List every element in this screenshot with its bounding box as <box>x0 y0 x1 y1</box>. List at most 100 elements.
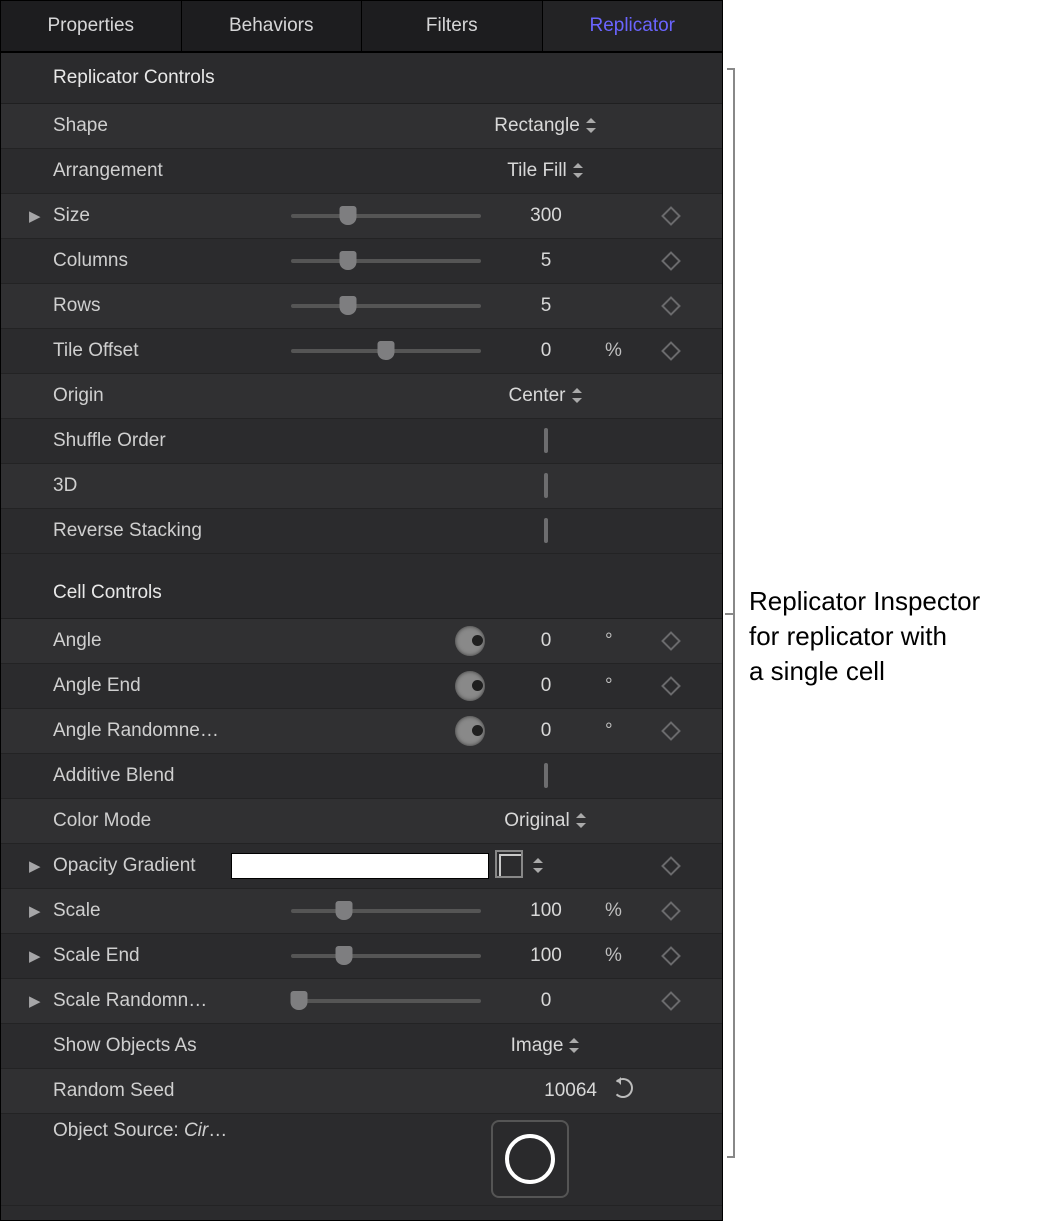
row-3d: 3D <box>1 464 722 509</box>
annotation-line: a single cell <box>749 654 980 689</box>
keyframe-icon[interactable] <box>661 631 681 651</box>
label-3d: 3D <box>53 475 231 497</box>
popup-color-mode[interactable]: Original <box>491 810 601 832</box>
dial-angle[interactable] <box>455 626 485 656</box>
row-scale-end: ▶ Scale End 100 % <box>1 934 722 979</box>
label-show-as: Show Objects As <box>53 1035 231 1057</box>
dial-angle-rand[interactable] <box>455 716 485 746</box>
label-angle: Angle <box>53 630 231 652</box>
label-shape: Shape <box>53 115 231 137</box>
row-shuffle-order: Shuffle Order <box>1 419 722 464</box>
label-origin: Origin <box>53 385 231 407</box>
unit-degree: ° <box>601 720 641 742</box>
keyframe-icon[interactable] <box>661 946 681 966</box>
row-tile-offset: Tile Offset 0 % <box>1 329 722 374</box>
label-angle-rand: Angle Randomne… <box>53 720 231 742</box>
keyframe-icon[interactable] <box>661 901 681 921</box>
label-size: Size <box>53 205 231 227</box>
value-angle[interactable]: 0 <box>491 630 601 652</box>
value-scale[interactable]: 100 <box>491 900 601 922</box>
annotation-line: Replicator Inspector <box>749 584 980 619</box>
row-angle-randomness: Angle Randomne… 0 ° <box>1 709 722 754</box>
label-scale-end: Scale End <box>53 945 231 967</box>
value-random-seed[interactable]: 10064 <box>491 1080 601 1102</box>
keyframe-icon[interactable] <box>661 341 681 361</box>
gradient-well[interactable] <box>231 853 489 879</box>
label-tile-offset: Tile Offset <box>53 340 231 362</box>
value-columns[interactable]: 5 <box>491 250 601 272</box>
value-angle-end[interactable]: 0 <box>491 675 601 697</box>
section-cell-controls: Cell Controls <box>1 568 722 619</box>
row-scale: ▶ Scale 100 % <box>1 889 722 934</box>
row-opacity-gradient: ▶ Opacity Gradient <box>1 844 722 889</box>
label-additive: Additive Blend <box>53 765 231 787</box>
row-reverse-stacking: Reverse Stacking <box>1 509 722 554</box>
label-angle-end: Angle End <box>53 675 231 697</box>
dial-angle-end[interactable] <box>455 671 485 701</box>
popup-show-as[interactable]: Image <box>491 1035 601 1057</box>
keyframe-icon[interactable] <box>661 251 681 271</box>
keyframe-icon[interactable] <box>661 676 681 696</box>
keyframe-icon[interactable] <box>661 856 681 876</box>
checkbox-reverse[interactable] <box>544 518 548 543</box>
slider-columns[interactable] <box>291 259 481 263</box>
unit-percent: % <box>601 340 641 362</box>
row-show-objects-as: Show Objects As Image <box>1 1024 722 1069</box>
row-angle-end: Angle End 0 ° <box>1 664 722 709</box>
value-size[interactable]: 300 <box>491 205 601 227</box>
checkbox-additive[interactable] <box>544 763 548 788</box>
slider-scale-end[interactable] <box>291 954 481 958</box>
value-rows[interactable]: 5 <box>491 295 601 317</box>
object-source-well[interactable] <box>491 1120 569 1198</box>
row-shape: Shape Rectangle <box>1 104 722 149</box>
value-scale-rand[interactable]: 0 <box>491 990 601 1012</box>
annotation-callout: Replicator Inspector for replicator with… <box>741 0 980 689</box>
disclosure-icon[interactable]: ▶ <box>29 857 53 875</box>
popup-shape[interactable]: Rectangle <box>491 115 601 137</box>
row-random-seed: Random Seed 10064 <box>1 1069 722 1114</box>
row-object-source: Object Source: Circle <box>1 1114 722 1206</box>
circle-icon <box>505 1134 555 1184</box>
row-columns: Columns 5 <box>1 239 722 284</box>
keyframe-icon[interactable] <box>661 296 681 316</box>
gradient-preset-icon[interactable] <box>499 854 523 878</box>
tab-filters[interactable]: Filters <box>362 1 543 51</box>
label-object-source: Object Source: Circle <box>53 1120 231 1142</box>
row-origin: Origin Center <box>1 374 722 419</box>
bracket-icon <box>727 68 741 1158</box>
tab-behaviors[interactable]: Behaviors <box>182 1 363 51</box>
value-scale-end[interactable]: 100 <box>491 945 601 967</box>
label-reverse: Reverse Stacking <box>53 520 231 542</box>
value-angle-rand[interactable]: 0 <box>491 720 601 742</box>
slider-scale-rand[interactable] <box>291 999 481 1003</box>
label-opacity-gradient: Opacity Gradient <box>53 855 231 877</box>
tab-replicator[interactable]: Replicator <box>543 1 723 51</box>
disclosure-icon[interactable]: ▶ <box>29 902 53 920</box>
checkbox-shuffle[interactable] <box>544 428 548 453</box>
inspector-panel: Properties Behaviors Filters Replicator … <box>0 0 723 1221</box>
slider-scale[interactable] <box>291 909 481 913</box>
label-shuffle: Shuffle Order <box>53 430 231 452</box>
keyframe-icon[interactable] <box>661 991 681 1011</box>
value-tile-offset[interactable]: 0 <box>491 340 601 362</box>
slider-tile-offset[interactable] <box>291 349 481 353</box>
tab-properties[interactable]: Properties <box>1 1 182 51</box>
popup-arrangement[interactable]: Tile Fill <box>491 160 601 182</box>
unit-degree: ° <box>601 675 641 697</box>
label-scale-rand: Scale Randomn… <box>53 990 231 1012</box>
disclosure-icon[interactable]: ▶ <box>29 992 53 1010</box>
disclosure-icon[interactable]: ▶ <box>29 947 53 965</box>
label-scale: Scale <box>53 900 231 922</box>
popup-origin[interactable]: Center <box>491 385 601 407</box>
row-angle: Angle 0 ° <box>1 619 722 664</box>
slider-size[interactable] <box>291 214 481 218</box>
row-additive-blend: Additive Blend <box>1 754 722 799</box>
refresh-icon[interactable] <box>613 1078 633 1098</box>
slider-rows[interactable] <box>291 304 481 308</box>
unit-degree: ° <box>601 630 641 652</box>
keyframe-icon[interactable] <box>661 206 681 226</box>
disclosure-icon[interactable]: ▶ <box>29 207 53 225</box>
keyframe-icon[interactable] <box>661 721 681 741</box>
annotation-line: for replicator with <box>749 619 980 654</box>
checkbox-3d[interactable] <box>544 473 548 498</box>
